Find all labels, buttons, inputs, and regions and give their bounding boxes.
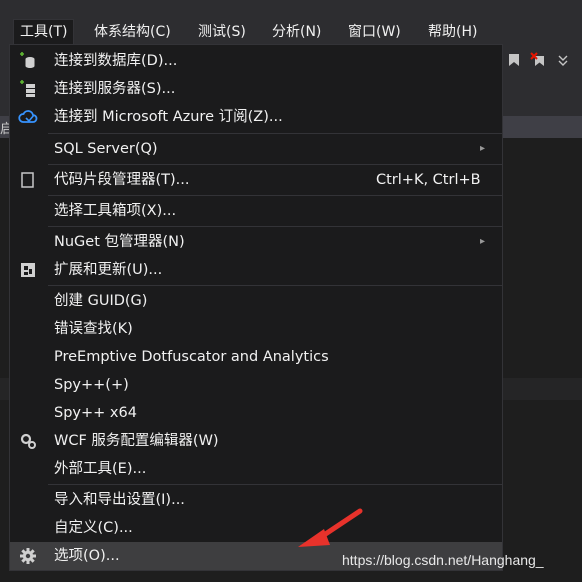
- menu-tools[interactable]: 工具(T): [13, 19, 75, 46]
- watermark-text: https://blog.csdn.net/Hanghang_: [342, 552, 544, 568]
- menu-item-sql-server[interactable]: SQL Server(Q) ▸: [10, 135, 502, 163]
- menu-separator: [48, 164, 502, 165]
- menu-test[interactable]: 测试(S): [192, 20, 252, 44]
- menu-item-spy-x64[interactable]: Spy++ x64: [10, 399, 502, 427]
- submenu-arrow-icon: ▸: [480, 143, 486, 154]
- menu-analyze[interactable]: 分析(N): [266, 20, 327, 44]
- server-connect-icon: [20, 80, 35, 97]
- menu-item-wcf-editor[interactable]: WCF 服务配置编辑器(W): [10, 427, 502, 455]
- azure-cloud-icon: [18, 110, 38, 123]
- menu-item-customize[interactable]: 自定义(C)...: [10, 514, 502, 542]
- menu-separator: [48, 195, 502, 196]
- overflow-chevron-icon[interactable]: [556, 52, 570, 68]
- menu-item-nuget[interactable]: NuGet 包管理器(N) ▸: [10, 228, 502, 256]
- menu-item-error-lookup[interactable]: 错误查找(K): [10, 315, 502, 343]
- gear-icon: [20, 548, 36, 564]
- database-connect-icon: [20, 52, 35, 68]
- bookmark-icon[interactable]: [506, 52, 522, 68]
- wcf-gear-icon: [20, 433, 36, 449]
- shortcut-text: Ctrl+K, Ctrl+B: [376, 172, 481, 188]
- menu-item-connect-server[interactable]: 连接到服务器(S)...: [10, 75, 502, 103]
- menu-item-import-export-settings[interactable]: 导入和导出设置(I)...: [10, 486, 502, 514]
- menu-architecture[interactable]: 体系结构(C): [88, 20, 177, 44]
- menu-window[interactable]: 窗口(W): [342, 20, 407, 44]
- menu-item-dotfuscator[interactable]: PreEmptive Dotfuscator and Analytics: [10, 343, 502, 371]
- menu-item-snippets-manager[interactable]: 代码片段管理器(T)... Ctrl+K, Ctrl+B: [10, 166, 502, 194]
- annotation-arrow-icon: [298, 508, 363, 547]
- clear-bookmark-icon[interactable]: [530, 52, 546, 68]
- menu-item-connect-azure[interactable]: 连接到 Microsoft Azure 订阅(Z)...: [10, 103, 502, 131]
- menu-item-extensions[interactable]: 扩展和更新(U)...: [10, 256, 502, 284]
- menu-separator: [48, 226, 502, 227]
- menu-item-external-tools[interactable]: 外部工具(E)...: [10, 455, 502, 483]
- submenu-arrow-icon: ▸: [480, 236, 486, 247]
- menu-help[interactable]: 帮助(H): [422, 20, 483, 44]
- menu-bar: 工具(T) 体系结构(C) 测试(S) 分析(N) 窗口(W) 帮助(H): [0, 0, 582, 46]
- menu-separator: [48, 133, 502, 134]
- menu-separator: [48, 285, 502, 286]
- menu-item-create-guid[interactable]: 创建 GUID(G): [10, 287, 502, 315]
- menu-separator: [48, 484, 502, 485]
- menu-item-spy[interactable]: Spy++(+): [10, 371, 502, 399]
- menu-item-connect-database[interactable]: 连接到数据库(D)...: [10, 47, 502, 75]
- tools-menu-dropdown: 连接到数据库(D)... 连接到服务器(S)... 连接到 Microsoft …: [9, 44, 503, 571]
- extensions-icon: [21, 263, 35, 277]
- menu-item-choose-toolbox[interactable]: 选择工具箱项(X)...: [10, 197, 502, 225]
- snippet-icon: [21, 172, 34, 188]
